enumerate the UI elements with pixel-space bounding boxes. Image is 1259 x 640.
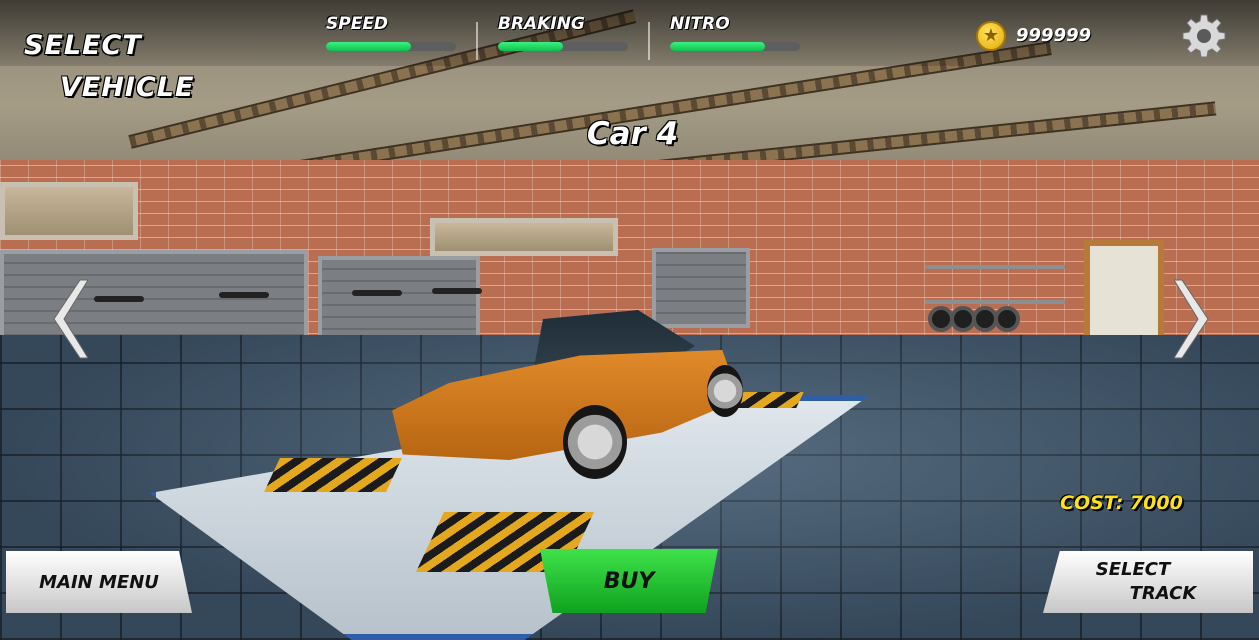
stat-speed: SPEED (326, 14, 456, 51)
vehicle-name: Car 4 (586, 116, 679, 152)
ramp (264, 458, 402, 492)
coin-balance: 999999 (1016, 25, 1092, 46)
vehicle-cost: COST: 7000 (1060, 492, 1183, 514)
screen-title-line1: SELECT (24, 30, 142, 61)
buy-button[interactable]: BUY (540, 549, 718, 613)
chevron-left-icon[interactable] (50, 278, 89, 360)
wall-window (0, 182, 138, 240)
stat-label: NITRO (670, 14, 730, 34)
vehicle-model (385, 305, 750, 490)
gear-icon[interactable] (1180, 12, 1228, 60)
stat-label: SPEED (326, 14, 389, 34)
stat-bar-fill (326, 42, 411, 51)
garage-screen: SELECT VEHICLE SPEED BRAKING NITRO ★ 999… (0, 0, 1259, 640)
shelf (925, 300, 1065, 304)
wall-window (430, 218, 618, 256)
tire (994, 306, 1020, 332)
divider (476, 22, 478, 60)
stat-nitro: NITRO (670, 14, 800, 51)
stat-bar-track (498, 42, 628, 51)
buy-label: BUY (603, 568, 655, 594)
main-menu-label: MAIN MENU (39, 571, 159, 593)
rear-wheel (707, 365, 743, 417)
chevron-right-icon[interactable] (1173, 278, 1212, 360)
select-track-label-line2: TRACK (1129, 583, 1197, 604)
stat-braking: BRAKING (498, 14, 628, 51)
screen-title-line2: VEHICLE (60, 72, 195, 103)
stat-bar-track (670, 42, 800, 51)
shelf (925, 265, 1065, 269)
main-menu-button[interactable]: MAIN MENU (6, 551, 192, 613)
divider (648, 22, 650, 60)
stat-bar-fill (498, 42, 563, 51)
stat-bar-fill (670, 42, 765, 51)
select-track-label-line1: SELECT (1095, 559, 1171, 580)
front-wheel (563, 405, 627, 479)
stat-bar-track (326, 42, 456, 51)
star-coin-icon: ★ (976, 21, 1006, 51)
select-track-button[interactable]: SELECT TRACK (1043, 551, 1253, 613)
stat-label: BRAKING (498, 14, 585, 34)
